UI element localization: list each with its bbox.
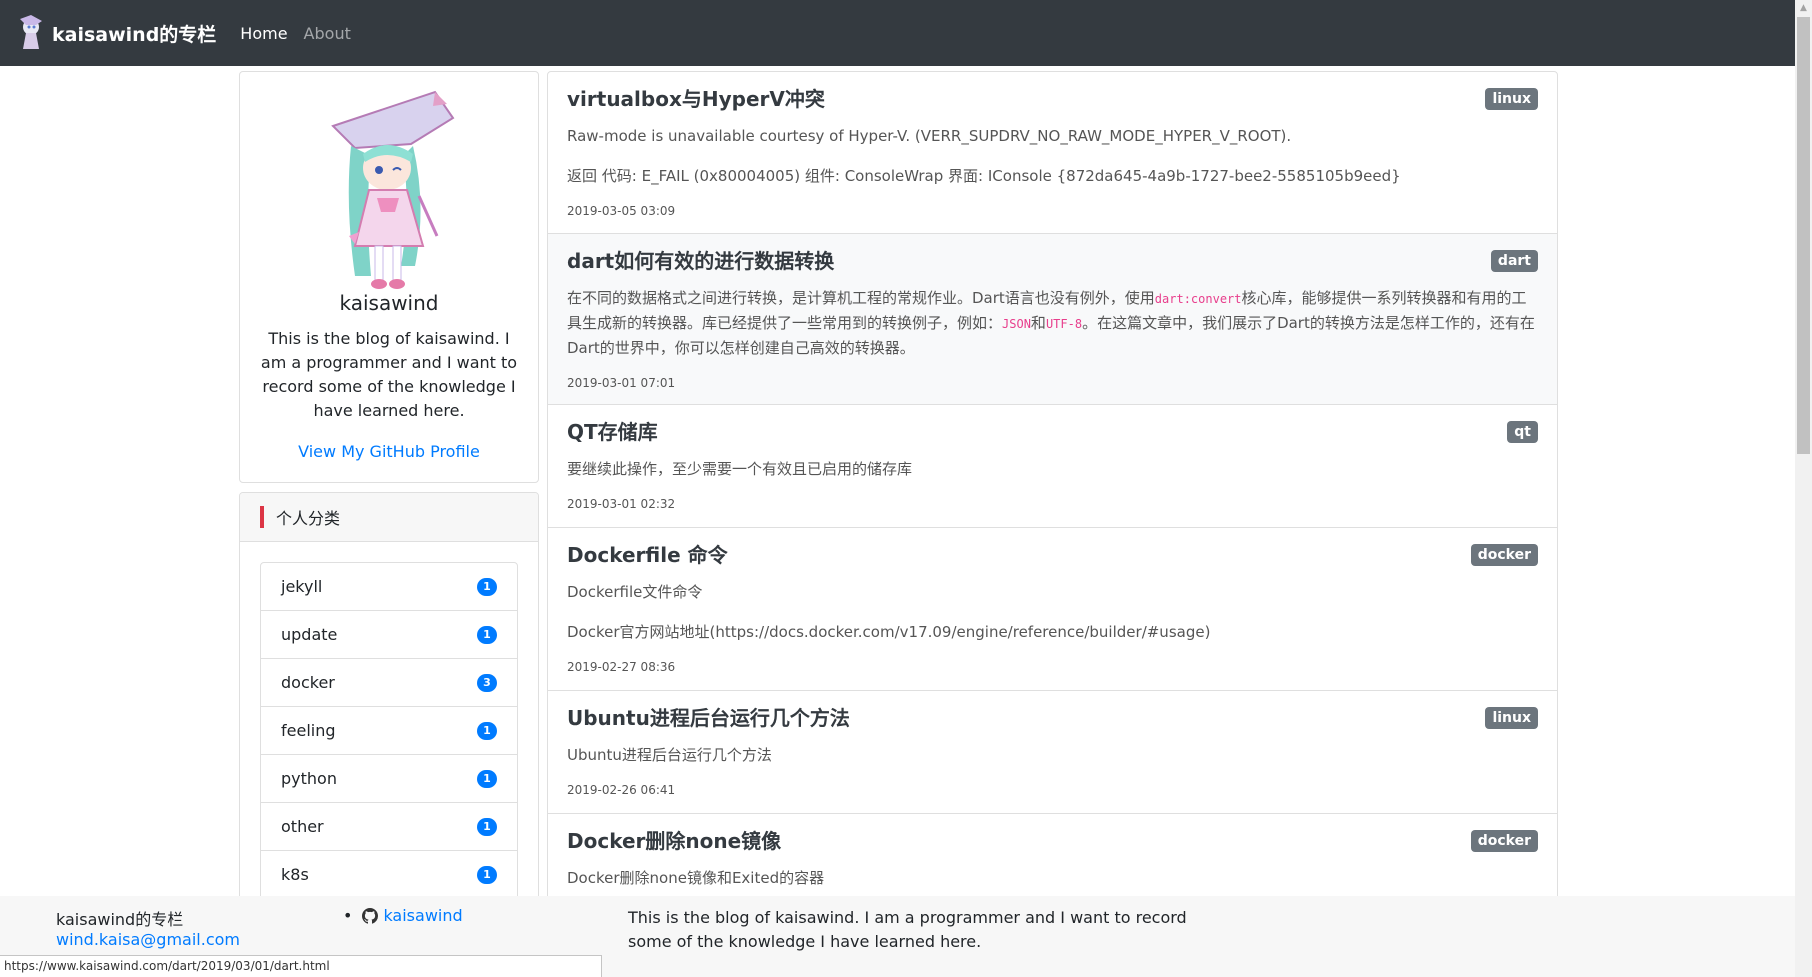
excerpt-text: 和 — [1030, 314, 1046, 332]
nav-about-link[interactable]: About — [304, 24, 351, 43]
category-name: feeling — [281, 721, 336, 740]
excerpt-paragraph: Docker官方网站地址(https://docs.docker.com/v17… — [567, 623, 1211, 641]
post-tag-badge[interactable]: docker — [1470, 544, 1538, 566]
post-excerpt: 在不同的数据格式之间进行转换，是计算机工程的常规作业。Dart语言也没有例外，使… — [567, 286, 1537, 360]
inline-code: UTF-8 — [1045, 317, 1083, 331]
excerpt-paragraph: Ubuntu进程后台运行几个方法 — [567, 746, 772, 764]
inline-code: JSON — [1002, 317, 1031, 331]
category-item-jekyll[interactable]: jekyll 1 — [261, 563, 517, 611]
count-badge: 1 — [477, 625, 497, 644]
post-title[interactable]: Dockerfile 命令 — [567, 542, 1537, 568]
category-item-docker[interactable]: docker 3 — [261, 659, 517, 707]
excerpt-paragraph: 要继续此操作，至少需要一个有效且已启用的储存库 — [567, 460, 913, 478]
post-tag-badge[interactable]: docker — [1470, 830, 1538, 852]
vertical-scrollbar[interactable]: ▲ — [1795, 0, 1812, 977]
post-date: 2019-02-26 06:41 — [567, 783, 676, 797]
post-date: 2019-03-05 03:09 — [567, 204, 676, 218]
post-excerpt: Docker删除none镜像和Exited的容器 — [567, 866, 1537, 890]
post-item[interactable]: Dockerfile 命令 docker Dockerfile文件命令 Dock… — [548, 528, 1557, 691]
post-item[interactable]: Ubuntu进程后台运行几个方法 linux Ubuntu进程后台运行几个方法 … — [548, 691, 1557, 814]
brand-link[interactable]: kaisawind的专栏 — [16, 13, 216, 53]
profile-card: kaisawind This is the blog of kaisawind.… — [239, 71, 539, 483]
post-date: 2019-02-27 08:36 — [567, 660, 676, 674]
category-item-other[interactable]: other 1 — [261, 803, 517, 851]
header-accent-bar — [260, 506, 264, 528]
categories-title: 个人分类 — [276, 509, 341, 528]
count-badge: 3 — [477, 673, 497, 692]
category-name: update — [281, 625, 338, 644]
category-item-k8s[interactable]: k8s 1 — [261, 851, 517, 899]
excerpt-paragraph: 返回 代码: E_FAIL (0x80004005) 组件: ConsoleWr… — [567, 167, 1401, 185]
category-name: other — [281, 817, 324, 836]
post-title[interactable]: dart如何有效的进行数据转换 — [567, 248, 1537, 274]
excerpt-paragraph: Docker删除none镜像和Exited的容器 — [567, 869, 825, 887]
post-list: virtualbox与HyperV冲突 linux Raw-mode is un… — [547, 71, 1558, 953]
post-tag-badge[interactable]: linux — [1485, 707, 1538, 729]
category-name: jekyll — [281, 577, 323, 596]
scroll-thumb[interactable] — [1797, 17, 1810, 454]
categories-header: 个人分类 — [240, 493, 538, 542]
excerpt-paragraph: Raw-mode is unavailable courtesy of Hype… — [567, 127, 1292, 145]
post-title[interactable]: Docker删除none镜像 — [567, 828, 1537, 854]
count-badge: 1 — [477, 769, 497, 788]
category-item-feeling[interactable]: feeling 1 — [261, 707, 517, 755]
category-list: jekyll 1 update 1 docker 3 feeling 1 pyt… — [260, 562, 518, 900]
category-item-python[interactable]: python 1 — [261, 755, 517, 803]
post-item[interactable]: QT存储库 qt 要继续此操作，至少需要一个有效且已启用的储存库 2019-03… — [548, 405, 1557, 528]
footer-description: This is the blog of kaisawind. I am a pr… — [628, 908, 1187, 951]
post-tag-badge[interactable]: qt — [1507, 421, 1538, 443]
profile-name: kaisawind — [339, 291, 439, 315]
footer-site-name: kaisawind的专栏 — [56, 910, 184, 929]
category-name: docker — [281, 673, 335, 692]
post-title[interactable]: virtualbox与HyperV冲突 — [567, 86, 1537, 112]
excerpt-paragraph: 在不同的数据格式之间进行转换，是计算机工程的常规作业。Dart语言也没有例外，使… — [567, 286, 1537, 360]
post-excerpt: Raw-mode is unavailable courtesy of Hype… — [567, 124, 1537, 188]
category-name: python — [281, 769, 337, 788]
inline-code: dart:convert — [1154, 292, 1242, 306]
post-title[interactable]: QT存储库 — [567, 419, 1537, 445]
post-tag-badge[interactable]: dart — [1490, 250, 1538, 272]
scroll-up-arrow-icon[interactable]: ▲ — [1795, 0, 1812, 17]
github-icon — [362, 907, 379, 924]
count-badge: 1 — [477, 817, 497, 836]
post-excerpt: Ubuntu进程后台运行几个方法 — [567, 743, 1537, 767]
footer-email-link[interactable]: wind.kaisa@gmail.com — [56, 930, 240, 949]
post-excerpt: Dockerfile文件命令 Docker官方网站地址(https://docs… — [567, 580, 1537, 644]
github-profile-link[interactable]: View My GitHub Profile — [240, 442, 538, 461]
post-title[interactable]: Ubuntu进程后台运行几个方法 — [567, 705, 1537, 731]
brand-title: kaisawind的专栏 — [52, 23, 217, 46]
footer-social-links: • kaisawind — [343, 906, 463, 925]
nav-home-link[interactable]: Home — [240, 24, 287, 43]
brand-logo-icon — [20, 15, 42, 49]
avatar — [331, 90, 455, 289]
post-item[interactable]: virtualbox与HyperV冲突 linux Raw-mode is un… — [548, 72, 1557, 234]
categories-card: 个人分类 jekyll 1 update 1 docker 3 feeling … — [239, 492, 539, 934]
post-excerpt: 要继续此操作，至少需要一个有效且已启用的储存库 — [567, 457, 1537, 481]
post-tag-badge[interactable]: linux — [1485, 88, 1538, 110]
profile-bio: This is the blog of kaisawind. I am a pr… — [260, 329, 518, 420]
excerpt-paragraph: Dockerfile文件命令 — [567, 583, 703, 601]
post-date: 2019-03-01 07:01 — [567, 376, 676, 390]
count-badge: 1 — [477, 577, 497, 596]
footer-github-link[interactable]: kaisawind — [383, 906, 462, 925]
list-bullet: • — [343, 906, 353, 925]
top-navbar: kaisawind的专栏 Home About — [0, 0, 1795, 66]
category-name: k8s — [281, 865, 309, 884]
category-item-update[interactable]: update 1 — [261, 611, 517, 659]
post-date: 2019-03-01 02:32 — [567, 497, 676, 511]
excerpt-text: 在不同的数据格式之间进行转换，是计算机工程的常规作业。Dart语言也没有例外，使… — [567, 289, 1155, 307]
browser-status-url: https://www.kaisawind.com/dart/2019/03/0… — [0, 955, 602, 977]
count-badge: 1 — [477, 865, 497, 884]
post-item[interactable]: dart如何有效的进行数据转换 dart 在不同的数据格式之间进行转换，是计算机… — [548, 234, 1557, 405]
count-badge: 1 — [477, 721, 497, 740]
